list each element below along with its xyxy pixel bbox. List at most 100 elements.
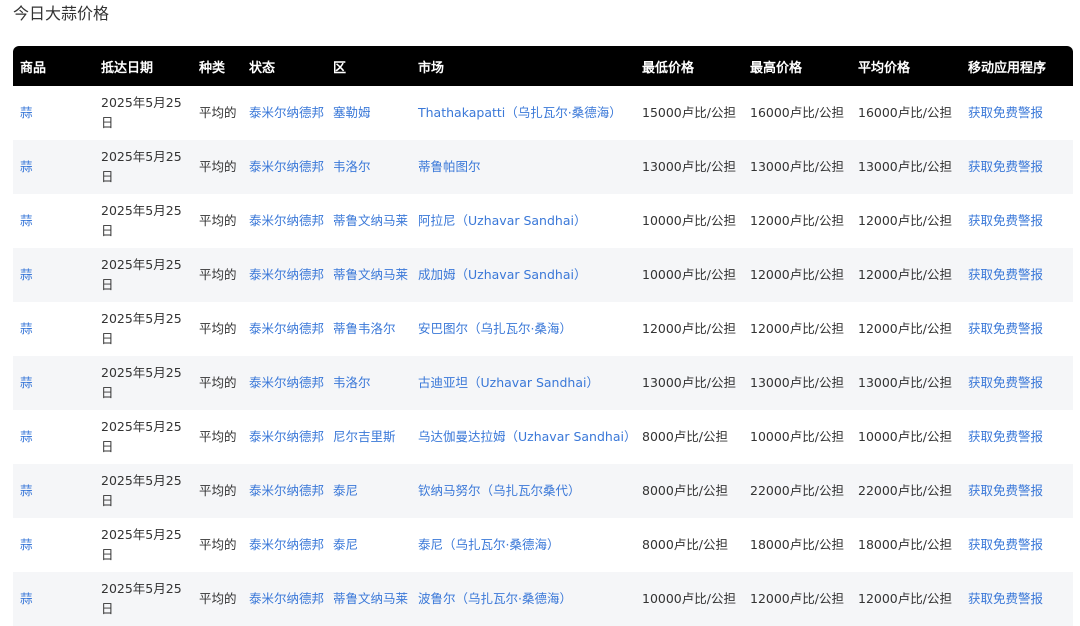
variety: 平均的	[192, 140, 242, 194]
district-link[interactable]: 蒂鲁文纳马莱	[326, 194, 411, 248]
district-link[interactable]: 蒂鲁文纳马莱	[326, 572, 411, 626]
min-price: 10000卢比/公担	[635, 194, 743, 248]
header-max-price: 最高价格	[743, 46, 851, 86]
table-row: 蒜 2025年5月25日 平均的 泰米尔纳德邦 蒂鲁文纳马莱 阿拉尼（Uzhav…	[13, 194, 1073, 248]
commodity-link[interactable]: 蒜	[13, 86, 94, 140]
district-link[interactable]: 韦洛尔	[326, 140, 411, 194]
commodity-link[interactable]: 蒜	[13, 194, 94, 248]
arrival-date: 2025年5月25日	[94, 572, 192, 626]
variety: 平均的	[192, 302, 242, 356]
table-header-row: 商品 抵达日期 种类 状态 区 市场 最低价格 最高价格 平均价格 移动应用程序	[13, 46, 1073, 86]
free-alert-link[interactable]: 获取免费警报	[961, 248, 1073, 302]
district-link[interactable]: 蒂鲁韦洛尔	[326, 302, 411, 356]
free-alert-link[interactable]: 获取免费警报	[961, 302, 1073, 356]
max-price: 13000卢比/公担	[743, 140, 851, 194]
commodity-link[interactable]: 蒜	[13, 302, 94, 356]
avg-price: 22000卢比/公担	[851, 464, 961, 518]
district-link[interactable]: 韦洛尔	[326, 356, 411, 410]
free-alert-link[interactable]: 获取免费警报	[961, 140, 1073, 194]
district-link[interactable]: 泰尼	[326, 464, 411, 518]
max-price: 12000卢比/公担	[743, 248, 851, 302]
header-commodity: 商品	[13, 46, 94, 86]
state-link[interactable]: 泰米尔纳德邦	[242, 518, 326, 572]
min-price: 13000卢比/公担	[635, 356, 743, 410]
max-price: 12000卢比/公担	[743, 194, 851, 248]
min-price: 8000卢比/公担	[635, 410, 743, 464]
state-link[interactable]: 泰米尔纳德邦	[242, 302, 326, 356]
market-link[interactable]: 波鲁尔（乌扎瓦尔·桑德海）	[411, 572, 635, 626]
min-price: 8000卢比/公担	[635, 464, 743, 518]
min-price: 13000卢比/公担	[635, 140, 743, 194]
table-row: 蒜 2025年5月25日 平均的 泰米尔纳德邦 尼尔吉里斯 乌达伽曼达拉姆（Uz…	[13, 410, 1073, 464]
header-min-price: 最低价格	[635, 46, 743, 86]
arrival-date: 2025年5月25日	[94, 140, 192, 194]
avg-price: 12000卢比/公担	[851, 248, 961, 302]
commodity-link[interactable]: 蒜	[13, 464, 94, 518]
state-link[interactable]: 泰米尔纳德邦	[242, 464, 326, 518]
market-link[interactable]: 古迪亚坦（Uzhavar Sandhai）	[411, 356, 635, 410]
min-price: 15000卢比/公担	[635, 86, 743, 140]
commodity-link[interactable]: 蒜	[13, 248, 94, 302]
state-link[interactable]: 泰米尔纳德邦	[242, 356, 326, 410]
market-link[interactable]: 安巴图尔（乌扎瓦尔·桑海）	[411, 302, 635, 356]
max-price: 18000卢比/公担	[743, 518, 851, 572]
market-link[interactable]: 蒂鲁帕图尔	[411, 140, 635, 194]
variety: 平均的	[192, 356, 242, 410]
max-price: 22000卢比/公担	[743, 464, 851, 518]
free-alert-link[interactable]: 获取免费警报	[961, 464, 1073, 518]
arrival-date: 2025年5月25日	[94, 302, 192, 356]
max-price: 10000卢比/公担	[743, 410, 851, 464]
commodity-link[interactable]: 蒜	[13, 518, 94, 572]
free-alert-link[interactable]: 获取免费警报	[961, 572, 1073, 626]
table-row: 蒜 2025年5月25日 平均的 泰米尔纳德邦 泰尼 钦纳马努尔（乌扎瓦尔桑代）…	[13, 464, 1073, 518]
market-link[interactable]: Thathakapatti（乌扎瓦尔·桑德海）	[411, 86, 635, 140]
free-alert-link[interactable]: 获取免费警报	[961, 86, 1073, 140]
min-price: 12000卢比/公担	[635, 302, 743, 356]
state-link[interactable]: 泰米尔纳德邦	[242, 248, 326, 302]
avg-price: 13000卢比/公担	[851, 356, 961, 410]
commodity-link[interactable]: 蒜	[13, 356, 94, 410]
header-market: 市场	[411, 46, 635, 86]
state-link[interactable]: 泰米尔纳德邦	[242, 572, 326, 626]
district-link[interactable]: 泰尼	[326, 518, 411, 572]
price-table: 商品 抵达日期 种类 状态 区 市场 最低价格 最高价格 平均价格 移动应用程序…	[13, 46, 1073, 626]
arrival-date: 2025年5月25日	[94, 410, 192, 464]
variety: 平均的	[192, 518, 242, 572]
free-alert-link[interactable]: 获取免费警报	[961, 410, 1073, 464]
table-row: 蒜 2025年5月25日 平均的 泰米尔纳德邦 塞勒姆 Thathakapatt…	[13, 86, 1073, 140]
state-link[interactable]: 泰米尔纳德邦	[242, 410, 326, 464]
market-link[interactable]: 成加姆（Uzhavar Sandhai）	[411, 248, 635, 302]
avg-price: 12000卢比/公担	[851, 302, 961, 356]
max-price: 12000卢比/公担	[743, 572, 851, 626]
variety: 平均的	[192, 572, 242, 626]
price-table-container: 商品 抵达日期 种类 状态 区 市场 最低价格 最高价格 平均价格 移动应用程序…	[13, 46, 1073, 626]
district-link[interactable]: 蒂鲁文纳马莱	[326, 248, 411, 302]
avg-price: 12000卢比/公担	[851, 194, 961, 248]
variety: 平均的	[192, 410, 242, 464]
commodity-link[interactable]: 蒜	[13, 572, 94, 626]
header-district: 区	[326, 46, 411, 86]
header-avg-price: 平均价格	[851, 46, 961, 86]
free-alert-link[interactable]: 获取免费警报	[961, 356, 1073, 410]
variety: 平均的	[192, 86, 242, 140]
state-link[interactable]: 泰米尔纳德邦	[242, 194, 326, 248]
min-price: 10000卢比/公担	[635, 572, 743, 626]
market-link[interactable]: 钦纳马努尔（乌扎瓦尔桑代）	[411, 464, 635, 518]
district-link[interactable]: 塞勒姆	[326, 86, 411, 140]
commodity-link[interactable]: 蒜	[13, 140, 94, 194]
arrival-date: 2025年5月25日	[94, 356, 192, 410]
avg-price: 12000卢比/公担	[851, 572, 961, 626]
table-row: 蒜 2025年5月25日 平均的 泰米尔纳德邦 蒂鲁文纳马莱 成加姆（Uzhav…	[13, 248, 1073, 302]
state-link[interactable]: 泰米尔纳德邦	[242, 86, 326, 140]
variety: 平均的	[192, 248, 242, 302]
max-price: 12000卢比/公担	[743, 302, 851, 356]
state-link[interactable]: 泰米尔纳德邦	[242, 140, 326, 194]
commodity-link[interactable]: 蒜	[13, 410, 94, 464]
max-price: 13000卢比/公担	[743, 356, 851, 410]
free-alert-link[interactable]: 获取免费警报	[961, 518, 1073, 572]
free-alert-link[interactable]: 获取免费警报	[961, 194, 1073, 248]
market-link[interactable]: 乌达伽曼达拉姆（Uzhavar Sandhai）	[411, 410, 636, 464]
market-link[interactable]: 阿拉尼（Uzhavar Sandhai）	[411, 194, 635, 248]
market-link[interactable]: 泰尼（乌扎瓦尔·桑德海）	[411, 518, 635, 572]
district-link[interactable]: 尼尔吉里斯	[326, 410, 411, 464]
